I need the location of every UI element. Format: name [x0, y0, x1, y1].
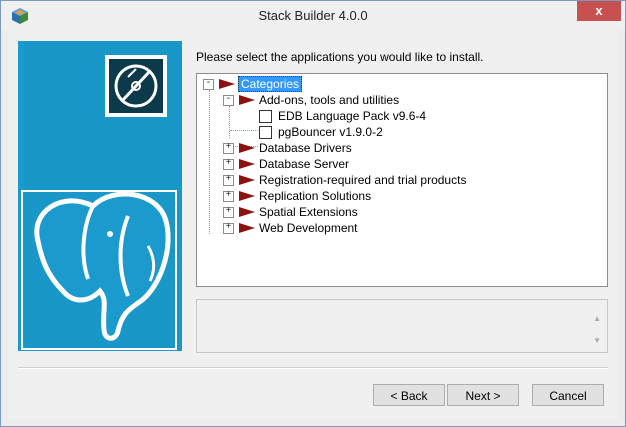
category-tree[interactable]: - Categories - Add-ons, tools and utilit… — [196, 73, 608, 287]
expand-icon[interactable]: + — [223, 223, 234, 234]
title-bar[interactable]: Stack Builder 4.0.0 x — [1, 1, 625, 31]
side-banner-art — [18, 41, 182, 351]
expand-icon[interactable]: + — [223, 159, 234, 170]
description-box[interactable]: ▲ ▼ — [196, 299, 608, 353]
tree-item-label: Database Drivers — [259, 141, 352, 155]
tree-item-edb-language-pack[interactable]: EDB Language Pack v9.6-4 — [259, 108, 559, 124]
tree-item-web-development[interactable]: + Web Development — [223, 220, 523, 236]
install-checkbox[interactable] — [259, 110, 272, 123]
tree-item-registration-required[interactable]: + Registration-required and trial produc… — [223, 172, 523, 188]
category-arrow-icon — [239, 191, 255, 201]
category-arrow-icon — [239, 207, 255, 217]
tree-item-label: Database Server — [259, 157, 350, 171]
tree-item-addons[interactable]: - Add-ons, tools and utilities — [223, 92, 523, 108]
disc-icon — [105, 55, 167, 117]
side-banner — [18, 41, 182, 351]
tree-item-replication-solutions[interactable]: + Replication Solutions — [223, 188, 523, 204]
category-arrow-icon — [239, 143, 255, 153]
tree-item-database-drivers[interactable]: + Database Drivers — [223, 140, 523, 156]
category-arrow-icon — [239, 95, 255, 105]
tree-item-pgbouncer[interactable]: pgBouncer v1.9.0-2 — [259, 124, 559, 140]
expand-icon[interactable]: + — [223, 143, 234, 154]
tree-item-label: Replication Solutions — [259, 189, 372, 203]
tree-item-categories[interactable]: - Categories — [203, 76, 403, 92]
instruction-text: Please select the applications you would… — [196, 50, 484, 64]
category-arrow-icon — [239, 159, 255, 169]
window-title: Stack Builder 4.0.0 — [258, 8, 368, 23]
cancel-button[interactable]: Cancel — [532, 384, 604, 406]
tree-item-label: Categories — [238, 76, 303, 92]
collapse-icon[interactable]: - — [223, 95, 234, 106]
scroll-up-icon[interactable]: ▲ — [593, 314, 601, 323]
install-checkbox[interactable] — [259, 126, 272, 139]
expand-icon[interactable]: + — [223, 191, 234, 202]
next-button[interactable]: Next > — [447, 384, 519, 406]
tree-item-database-server[interactable]: + Database Server — [223, 156, 523, 172]
tree-item-label: pgBouncer v1.9.0-2 — [278, 125, 383, 139]
divider — [18, 367, 608, 369]
tree-item-label: Spatial Extensions — [259, 205, 358, 219]
close-button[interactable]: x — [577, 1, 621, 21]
wizard-body: Please select the applications you would… — [8, 31, 618, 419]
tree-item-label: EDB Language Pack v9.6-4 — [278, 109, 427, 123]
category-arrow-icon — [219, 79, 235, 89]
category-arrow-icon — [239, 175, 255, 185]
tree-item-label: Web Development — [259, 221, 358, 235]
scroll-down-icon[interactable]: ▼ — [593, 336, 601, 345]
expand-icon[interactable]: + — [223, 207, 234, 218]
tree-item-label: Registration-required and trial products — [259, 173, 467, 187]
back-button[interactable]: < Back — [373, 384, 445, 406]
tree-item-label: Add-ons, tools and utilities — [259, 93, 400, 107]
collapse-icon[interactable]: - — [203, 79, 214, 90]
stack-builder-window: Stack Builder 4.0.0 x Please select the … — [0, 0, 626, 427]
category-arrow-icon — [239, 223, 255, 233]
expand-icon[interactable]: + — [223, 175, 234, 186]
tree-item-spatial-extensions[interactable]: + Spatial Extensions — [223, 204, 523, 220]
